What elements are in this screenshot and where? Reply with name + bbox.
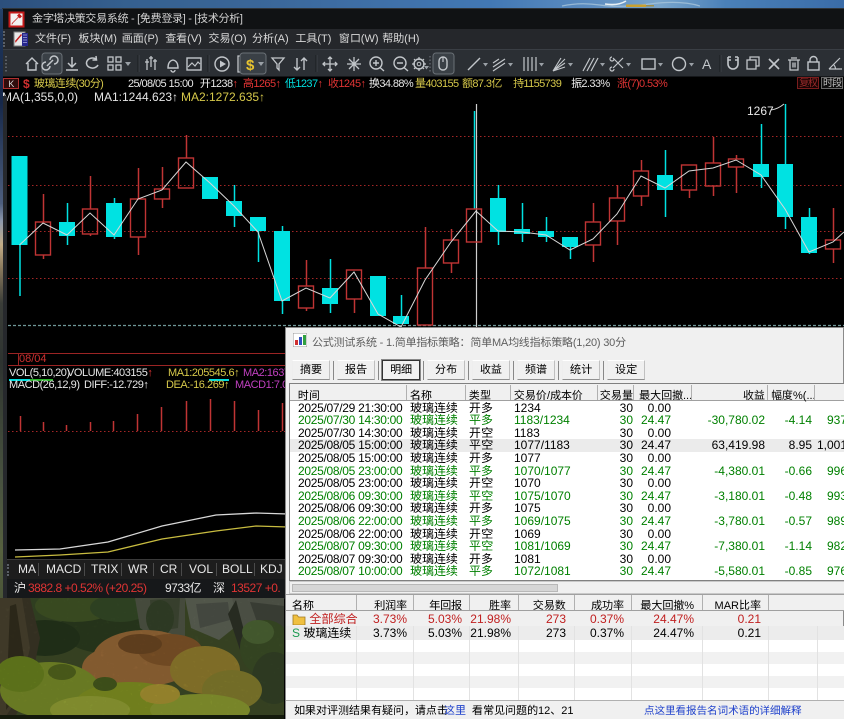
svg-text:1267: 1267 (747, 104, 774, 118)
svg-text:A: A (702, 56, 712, 72)
svg-text:$: $ (246, 57, 255, 74)
